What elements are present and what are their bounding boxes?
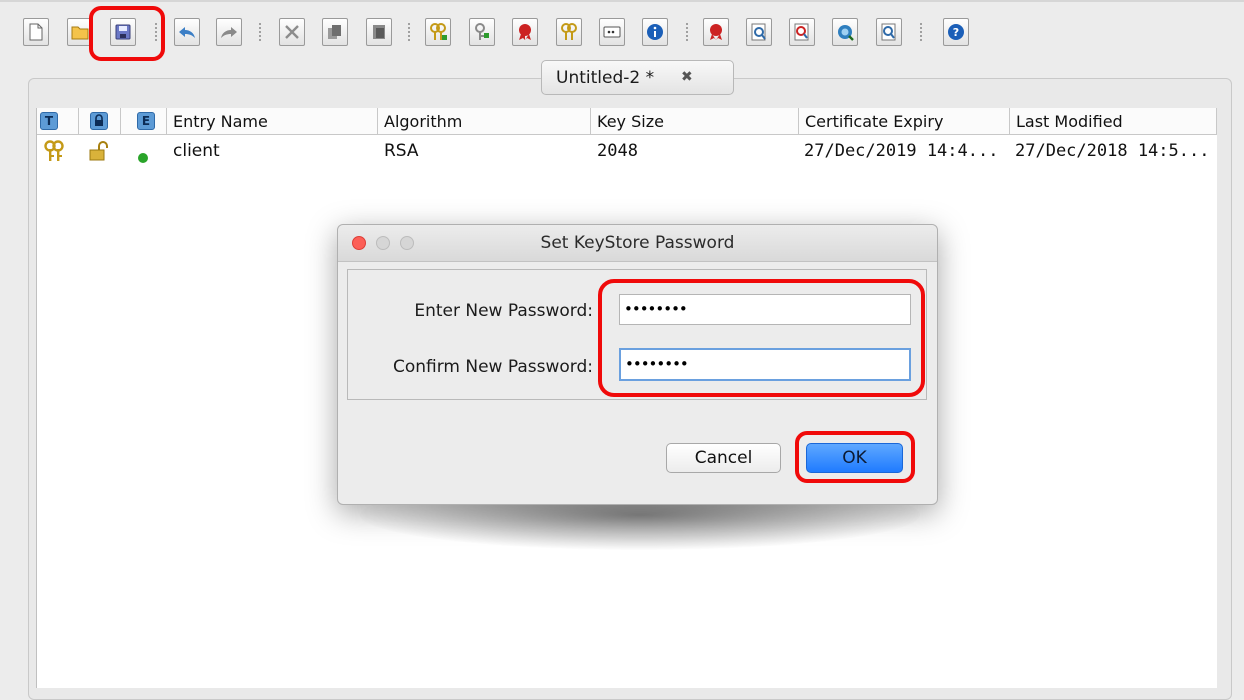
undo-icon[interactable] [174, 18, 200, 46]
tab-close-icon[interactable]: ✖ [681, 69, 693, 85]
ok-button[interactable]: OK [806, 443, 903, 473]
toolbar-separator [920, 22, 922, 42]
set-password-icon[interactable] [599, 18, 625, 46]
column-key-size[interactable]: Key Size [591, 108, 799, 134]
import-trusted-cert-icon[interactable] [512, 18, 538, 46]
dialog-title-bar: Set KeyStore Password [338, 225, 937, 262]
table-header: T E Entry Name Algorithm Key Size Certif… [37, 108, 1217, 135]
password-form: Enter New Password: •••••••• Confirm New… [347, 269, 927, 400]
column-expiry-status[interactable]: E [121, 108, 167, 134]
generate-secret-key-icon[interactable] [469, 18, 495, 46]
svg-text:?: ? [953, 26, 959, 39]
examine-file-icon[interactable] [703, 18, 729, 46]
set-keystore-password-dialog: Set KeyStore Password Enter New Password… [337, 224, 938, 505]
toolbar: ? [0, 4, 1244, 50]
type-column-icon: T [40, 112, 58, 130]
entry-name: client [173, 141, 220, 161]
keypair-icon [43, 140, 65, 170]
import-keypair-icon[interactable] [556, 18, 582, 46]
column-entry-name[interactable]: Entry Name [167, 108, 378, 134]
cut-icon[interactable] [279, 18, 305, 46]
window-top-border [0, 0, 1244, 2]
examine-crl-icon[interactable] [876, 18, 902, 46]
entry-certificate-expiry: 27/Dec/2019 14:4... [804, 141, 999, 161]
examine-ssl-icon[interactable] [789, 18, 815, 46]
confirm-password-label: Confirm New Password: [392, 357, 593, 377]
redo-icon[interactable] [216, 18, 242, 46]
toolbar-separator [686, 22, 688, 42]
toolbar-separator [259, 22, 261, 42]
examine-clipboard-icon[interactable] [746, 18, 772, 46]
table-row[interactable]: client RSA 2048 27/Dec/2019 14:4... 27/D… [37, 138, 1217, 166]
examine-csr-icon[interactable] [832, 18, 858, 46]
column-type[interactable]: T [37, 108, 79, 134]
tab-untitled-2[interactable]: Untitled-2 * ✖ [541, 60, 734, 95]
new-password-field[interactable]: •••••••• [619, 294, 911, 325]
properties-icon[interactable] [642, 18, 668, 46]
paste-icon[interactable] [366, 18, 392, 46]
open-icon[interactable] [67, 18, 93, 46]
copy-icon[interactable] [322, 18, 348, 46]
cancel-button[interactable]: Cancel [666, 443, 781, 473]
column-last-modified[interactable]: Last Modified [1010, 108, 1217, 134]
entry-key-size: 2048 [597, 141, 638, 161]
confirm-password-field[interactable]: •••••••• [619, 348, 911, 381]
entry-last-modified: 27/Dec/2018 14:5... [1015, 141, 1210, 161]
lock-column-icon [90, 112, 108, 130]
generate-keypair-icon[interactable] [425, 18, 451, 46]
unlocked-icon [88, 141, 112, 169]
tab-title: Untitled-2 * [556, 68, 655, 88]
toolbar-separator [408, 22, 410, 42]
dialog-title: Set KeyStore Password [540, 233, 735, 253]
expiry-column-icon: E [137, 112, 155, 130]
column-algorithm[interactable]: Algorithm [378, 108, 591, 134]
new-password-label: Enter New Password: [414, 301, 593, 321]
save-icon[interactable] [110, 18, 136, 46]
new-icon[interactable] [23, 18, 49, 46]
column-lock[interactable] [79, 108, 121, 134]
column-certificate-expiry[interactable]: Certificate Expiry [799, 108, 1010, 134]
help-icon[interactable]: ? [943, 18, 969, 46]
valid-status-icon [137, 146, 149, 172]
entry-algorithm: RSA [384, 141, 419, 161]
toolbar-separator [155, 22, 157, 42]
